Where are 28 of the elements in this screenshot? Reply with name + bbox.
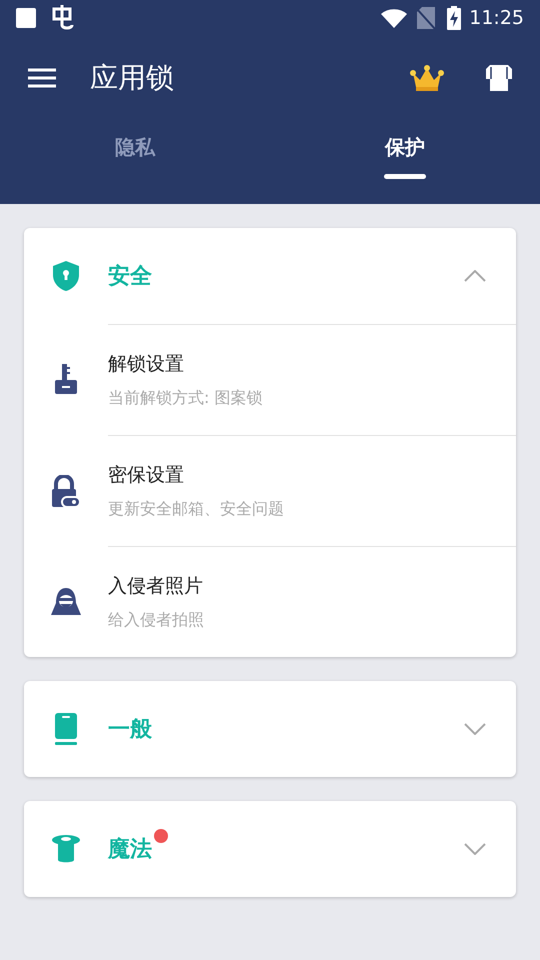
item-subtitle: 当前解锁方式: 图案锁 bbox=[108, 387, 264, 410]
battery-charging-icon bbox=[447, 6, 462, 30]
tab-indicator bbox=[384, 174, 426, 179]
notification-square-icon bbox=[16, 8, 36, 28]
status-time: 11:25 bbox=[469, 6, 524, 31]
item-title: 解锁设置 bbox=[108, 352, 185, 377]
menu-icon[interactable] bbox=[28, 68, 56, 88]
settings-item[interactable]: 入侵者照片 给入侵者拍照 bbox=[24, 546, 516, 657]
settings-item[interactable]: 解锁设置 当前解锁方式: 图案锁 bbox=[24, 324, 516, 435]
tablet-icon bbox=[54, 713, 78, 745]
tab[interactable]: 保护 bbox=[270, 120, 540, 204]
tab[interactable]: 隐私 bbox=[0, 120, 270, 204]
no-sim-icon bbox=[417, 7, 436, 29]
wifi-icon bbox=[381, 8, 408, 28]
settings-item[interactable]: 密保设置 更新安全邮箱、安全问题 bbox=[24, 435, 516, 546]
padlock-icon bbox=[52, 474, 80, 506]
shield-icon bbox=[52, 260, 80, 292]
item-subtitle: 更新安全邮箱、安全问题 bbox=[108, 498, 285, 520]
magic-hat-icon bbox=[51, 834, 81, 864]
item-title: 密保设置 bbox=[108, 462, 185, 488]
hooded-intruder-icon bbox=[51, 586, 81, 616]
notification-app-icon bbox=[50, 5, 74, 31]
vip-crown-icon[interactable] bbox=[410, 65, 444, 91]
item-subtitle: 给入侵者拍照 bbox=[108, 609, 205, 632]
key-lock-icon bbox=[55, 364, 77, 396]
app-title: 应用锁 bbox=[90, 60, 174, 96]
theme-shirt-icon[interactable] bbox=[486, 65, 512, 91]
item-title: 入侵者照片 bbox=[108, 574, 204, 599]
